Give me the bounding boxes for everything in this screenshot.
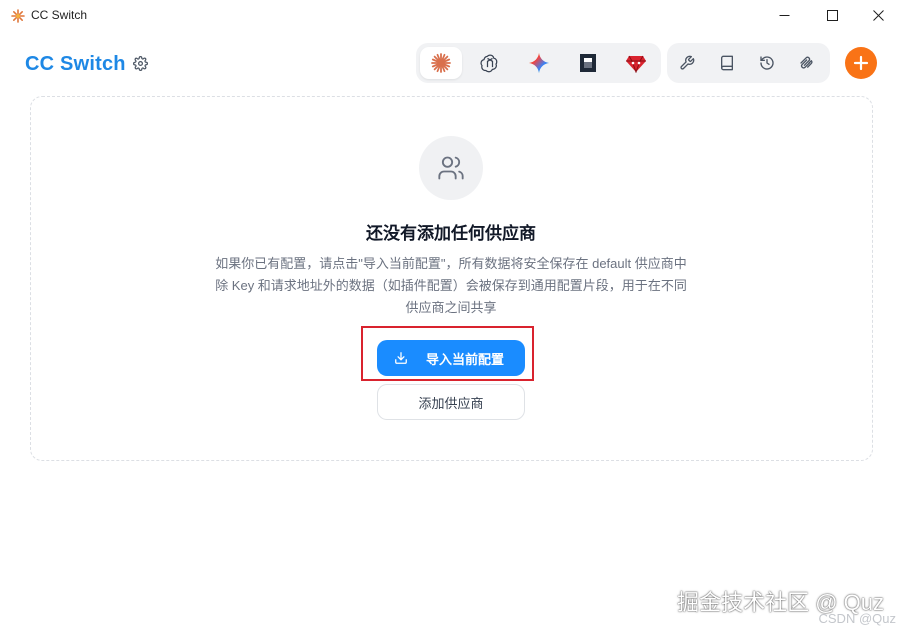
plus-icon [853, 55, 869, 71]
claude-icon [431, 53, 451, 73]
history-button[interactable] [754, 51, 780, 75]
users-icon [438, 156, 464, 180]
tab-ruby[interactable] [615, 47, 657, 79]
watermark-sub: CSDN @Quz [818, 611, 897, 626]
import-config-label: 导入当前配置 [426, 351, 505, 367]
description-line: 除 Key 和请求地址外的数据（如插件配置）会被保存到通用配置片段，用于在不同 [215, 278, 687, 293]
minimize-icon [779, 15, 789, 16]
brand-title: CC Switch [25, 53, 126, 75]
minimize-button[interactable] [761, 0, 807, 31]
title-bar[interactable]: CC Switch [0, 0, 902, 31]
tab-codex[interactable] [469, 47, 511, 79]
wrench-icon [680, 55, 695, 70]
tab-gemini[interactable] [518, 47, 560, 79]
settings-button[interactable] [130, 53, 150, 73]
app-switcher [416, 43, 661, 83]
skills-button[interactable] [674, 51, 700, 75]
maximize-icon [826, 10, 838, 21]
prompts-button[interactable] [714, 51, 740, 75]
tab-claude[interactable] [420, 47, 462, 79]
download-icon [394, 351, 408, 365]
close-button[interactable] [855, 0, 901, 31]
import-config-button[interactable]: 导入当前配置 [377, 340, 525, 376]
gear-icon [132, 55, 148, 71]
description-line: 供应商之间共享 [405, 300, 497, 315]
maximize-button[interactable] [809, 0, 855, 31]
mcp-button[interactable] [794, 51, 820, 75]
history-icon [760, 56, 774, 70]
opencode-icon [580, 54, 596, 72]
openai-icon [480, 54, 498, 73]
app-window: CC Switch CC Switch 还没有添加任何供应商 如果你已有配置，请… [0, 0, 902, 632]
empty-state-avatar [419, 136, 483, 200]
app-logo-icon [11, 9, 25, 23]
empty-state-title: 还没有添加任何供应商 [366, 224, 536, 243]
tools-toolbar [667, 43, 830, 83]
gemini-icon [528, 52, 550, 74]
add-provider-button[interactable]: 添加供应商 [377, 384, 525, 420]
description-line: 如果你已有配置，请点击"导入当前配置"，所有数据将安全保存在 default 供… [215, 256, 687, 271]
close-icon [872, 10, 884, 21]
tab-opencode[interactable] [567, 47, 609, 79]
window-title: CC Switch [31, 8, 88, 22]
mcp-icon [800, 56, 813, 69]
book-icon [721, 55, 733, 71]
ruby-icon [626, 55, 646, 73]
add-provider-fab[interactable] [845, 47, 877, 79]
empty-state-description: 如果你已有配置，请点击"导入当前配置"，所有数据将安全保存在 default 供… [191, 253, 711, 319]
